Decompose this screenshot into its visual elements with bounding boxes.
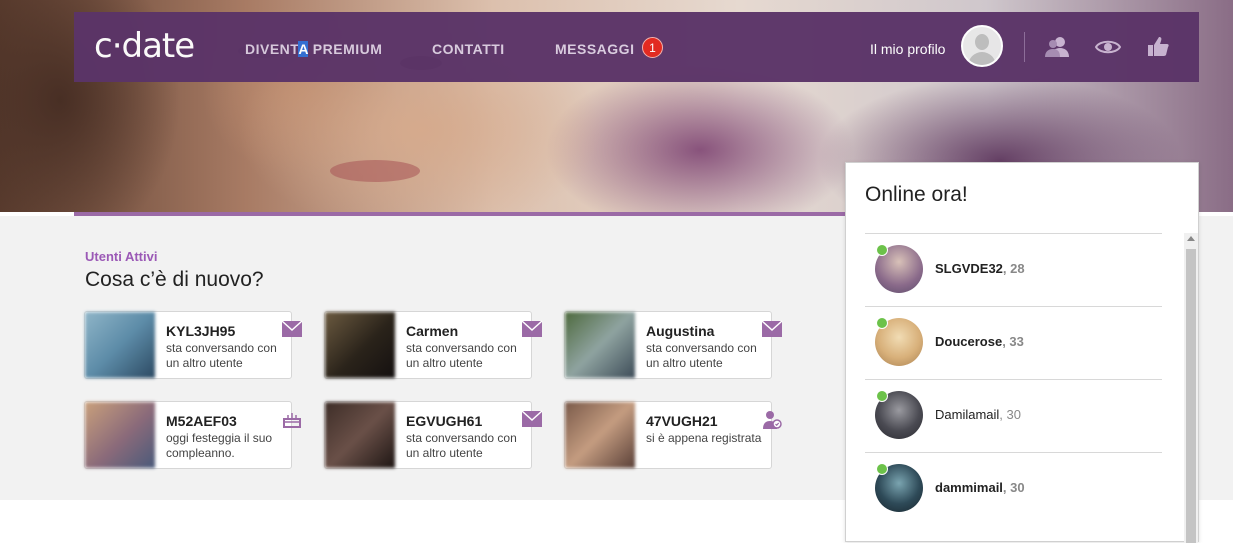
envelope-icon[interactable] bbox=[281, 320, 303, 338]
online-status-dot bbox=[876, 317, 888, 329]
avatar-placeholder-body bbox=[968, 52, 996, 65]
online-list-scrollbar[interactable] bbox=[1184, 233, 1198, 543]
online-user-age: , 30 bbox=[999, 407, 1021, 422]
activity-card[interactable]: M52AEF03 oggi festeggia il suo compleann… bbox=[84, 401, 301, 469]
online-status-dot bbox=[876, 390, 888, 402]
likes-thumb-icon[interactable] bbox=[1146, 35, 1172, 59]
user-photo-thumbnail bbox=[85, 312, 155, 378]
activity-card[interactable]: KYL3JH95 sta conversando con un altro ut… bbox=[84, 311, 303, 379]
online-now-panel: Online ora! SLGVDE32, 28 Doucerose, 33 D… bbox=[845, 162, 1199, 543]
envelope-icon[interactable] bbox=[521, 410, 543, 428]
online-user-row[interactable]: SLGVDE32, 28 bbox=[865, 233, 1162, 306]
user-photo-thumbnail bbox=[85, 402, 155, 468]
section-title: Cosa c’è di nuovo? bbox=[85, 268, 264, 291]
online-status-dot bbox=[876, 244, 888, 256]
card-activity-text: sta conversando con un altro utente bbox=[166, 341, 277, 370]
online-panel-title: Online ora! bbox=[865, 183, 968, 206]
nav-link-premium-text: DIVENT bbox=[245, 41, 299, 57]
online-user-age: , 33 bbox=[1002, 334, 1024, 349]
online-user-age: , 30 bbox=[1002, 480, 1025, 495]
online-status-dot bbox=[876, 463, 888, 475]
my-profile-link[interactable]: Il mio profilo bbox=[870, 41, 945, 57]
activity-card[interactable]: Augustina sta conversando con un altro u… bbox=[564, 311, 783, 379]
card-activity-text: sta conversando con un altro utente bbox=[406, 431, 517, 460]
profile-avatar[interactable] bbox=[961, 25, 1003, 67]
nav-link-premium-text-end: PREMIUM bbox=[308, 41, 383, 57]
envelope-icon[interactable] bbox=[761, 320, 783, 338]
card-username: EGVUGH61 bbox=[406, 413, 483, 429]
card-username: Carmen bbox=[406, 323, 459, 339]
card-activity-text: sta conversando con un altro utente bbox=[646, 341, 757, 370]
card-activity-text: sta conversando con un altro utente bbox=[406, 341, 517, 370]
nav-link-premium[interactable]: DIVENTA PREMIUM bbox=[245, 41, 382, 57]
online-user-name: Doucerose, 33 bbox=[935, 334, 1024, 349]
messages-unread-badge: 1 bbox=[642, 37, 663, 58]
online-user-handle: SLGVDE32 bbox=[935, 261, 1003, 276]
visitors-eye-icon[interactable] bbox=[1094, 35, 1122, 59]
online-user-row[interactable]: Damilamail, 30 bbox=[865, 379, 1162, 452]
scrollbar-thumb[interactable] bbox=[1186, 249, 1196, 543]
online-user-handle: dammimail bbox=[935, 480, 1003, 495]
nav-divider bbox=[1024, 32, 1025, 62]
online-user-handle: Doucerose bbox=[935, 334, 1003, 349]
activity-card[interactable]: 47VUGH21 si è appena registrata bbox=[564, 401, 782, 469]
online-user-name: SLGVDE32, 28 bbox=[935, 261, 1025, 276]
card-username: KYL3JH95 bbox=[166, 323, 236, 339]
nav-link-premium-selection: A bbox=[298, 41, 309, 57]
friends-icon[interactable] bbox=[1044, 35, 1070, 59]
online-user-list: SLGVDE32, 28 Doucerose, 33 Damilamail, 3… bbox=[865, 233, 1162, 525]
online-user-row[interactable]: dammimail, 30 bbox=[865, 452, 1162, 525]
activity-card[interactable]: EGVUGH61 sta conversando con un altro ut… bbox=[324, 401, 543, 469]
user-photo-thumbnail bbox=[565, 402, 635, 468]
birthday-cake-icon bbox=[281, 410, 303, 428]
new-user-icon bbox=[761, 410, 783, 429]
card-username: M52AEF03 bbox=[166, 413, 237, 429]
user-photo-thumbnail bbox=[565, 312, 635, 378]
nav-link-contacts[interactable]: CONTATTI bbox=[432, 41, 505, 57]
avatar-placeholder-head bbox=[975, 34, 989, 50]
user-photo-thumbnail bbox=[325, 312, 395, 378]
cdate-logo[interactable]: c·date bbox=[94, 28, 195, 64]
user-photo-thumbnail bbox=[325, 402, 395, 468]
activity-card[interactable]: Carmen sta conversando con un altro uten… bbox=[324, 311, 543, 379]
top-navigation: c·date DIVENTA PREMIUM CONTATTI MESSAGGI… bbox=[74, 12, 1199, 82]
nav-link-messages[interactable]: MESSAGGI bbox=[555, 41, 634, 57]
online-user-name: dammimail, 30 bbox=[935, 480, 1025, 495]
hero-decoration bbox=[330, 160, 420, 182]
card-activity-text: oggi festeggia il suo compleanno. bbox=[166, 431, 273, 460]
scroll-up-arrow-icon[interactable] bbox=[1187, 236, 1195, 241]
online-user-age: , 28 bbox=[1002, 261, 1025, 276]
card-username: Augustina bbox=[646, 323, 715, 339]
section-label: Utenti Attivi bbox=[85, 249, 158, 264]
card-activity-text: si è appena registrata bbox=[646, 431, 762, 445]
envelope-icon[interactable] bbox=[521, 320, 543, 338]
online-user-handle: Damilamail bbox=[935, 407, 1000, 422]
online-user-name: Damilamail, 30 bbox=[935, 407, 1021, 422]
online-user-row[interactable]: Doucerose, 33 bbox=[865, 306, 1162, 379]
card-username: 47VUGH21 bbox=[646, 413, 718, 429]
